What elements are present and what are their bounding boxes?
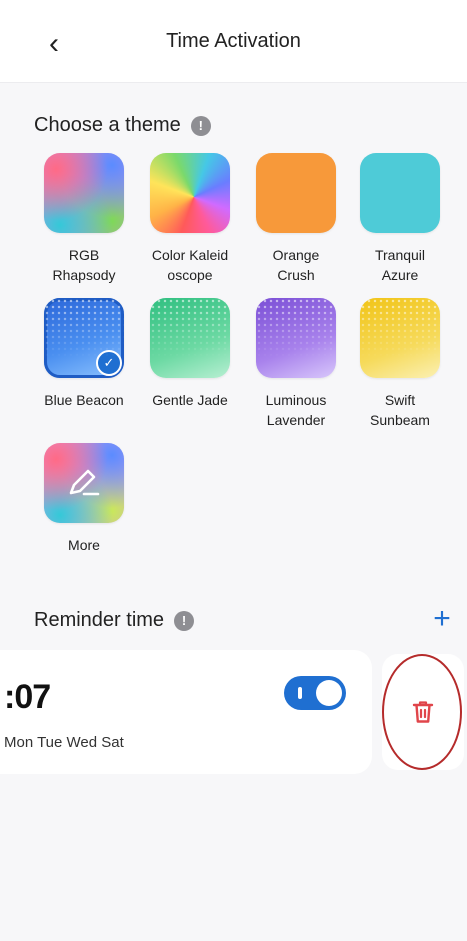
info-icon[interactable]: ! <box>174 610 195 631</box>
reminder-card[interactable]: :07 Mon Tue Wed Sat <box>0 650 372 774</box>
theme-luminous-lavender[interactable]: Luminous Lavender <box>248 298 344 430</box>
theme-gentle-jade[interactable]: Gentle Jade <box>142 298 238 410</box>
theme-swatch <box>44 443 124 523</box>
reminder-heading-label: Reminder time <box>34 609 165 631</box>
theme-swatch <box>360 153 440 233</box>
delete-reminder-button[interactable] <box>382 654 464 770</box>
theme-label: Tranquil Azure <box>374 247 426 283</box>
trash-icon <box>412 701 434 723</box>
reminder-time: :07 <box>4 678 51 716</box>
theme-label: Blue Beacon <box>44 392 124 408</box>
theme-label: Swift Sunbeam <box>370 392 430 428</box>
theme-tranquil-azure[interactable]: Tranquil Azure <box>352 153 448 285</box>
app-header: ‹ Time Activation <box>0 0 467 83</box>
theme-swift-sunbeam[interactable]: Swift Sunbeam <box>352 298 448 430</box>
page-title: Time Activation <box>166 30 301 52</box>
theme-color-kaleidoscope[interactable]: Color Kaleid oscope <box>142 153 238 285</box>
theme-swatch <box>150 153 230 233</box>
theme-swatch <box>256 298 336 378</box>
theme-label: Gentle Jade <box>152 392 228 408</box>
theme-label: More <box>68 537 100 553</box>
theme-blue-beacon[interactable]: ✓ Blue Beacon <box>36 298 132 410</box>
theme-label: RGB Rhapsody <box>52 247 116 283</box>
theme-swatch <box>44 153 124 233</box>
reminder-toggle[interactable] <box>284 676 346 710</box>
reminder-days: Mon Tue Wed Sat <box>4 734 124 751</box>
theme-swatch <box>360 298 440 378</box>
theme-orange-crush[interactable]: Orange Crush <box>248 153 344 285</box>
theme-swatch <box>150 298 230 378</box>
toggle-on-indicator <box>298 687 302 699</box>
theme-swatch: ✓ <box>44 298 124 378</box>
edit-pencil-icon <box>69 469 100 496</box>
add-reminder-button[interactable]: + <box>428 604 456 634</box>
check-icon: ✓ <box>96 350 122 376</box>
theme-swatch <box>256 153 336 233</box>
theme-heading-label: Choose a theme <box>34 114 181 136</box>
theme-label: Color Kaleid oscope <box>151 247 229 283</box>
theme-rgb-rhapsody[interactable]: RGB Rhapsody <box>36 153 132 285</box>
theme-label: Orange Crush <box>272 247 320 283</box>
toggle-knob <box>316 680 342 706</box>
theme-label: Luminous Lavender <box>265 392 327 428</box>
theme-section-heading: Choose a theme ! <box>34 114 211 137</box>
reminder-section-heading: Reminder time ! <box>34 609 195 632</box>
info-icon[interactable]: ! <box>190 115 211 136</box>
theme-more[interactable]: More <box>36 443 132 555</box>
